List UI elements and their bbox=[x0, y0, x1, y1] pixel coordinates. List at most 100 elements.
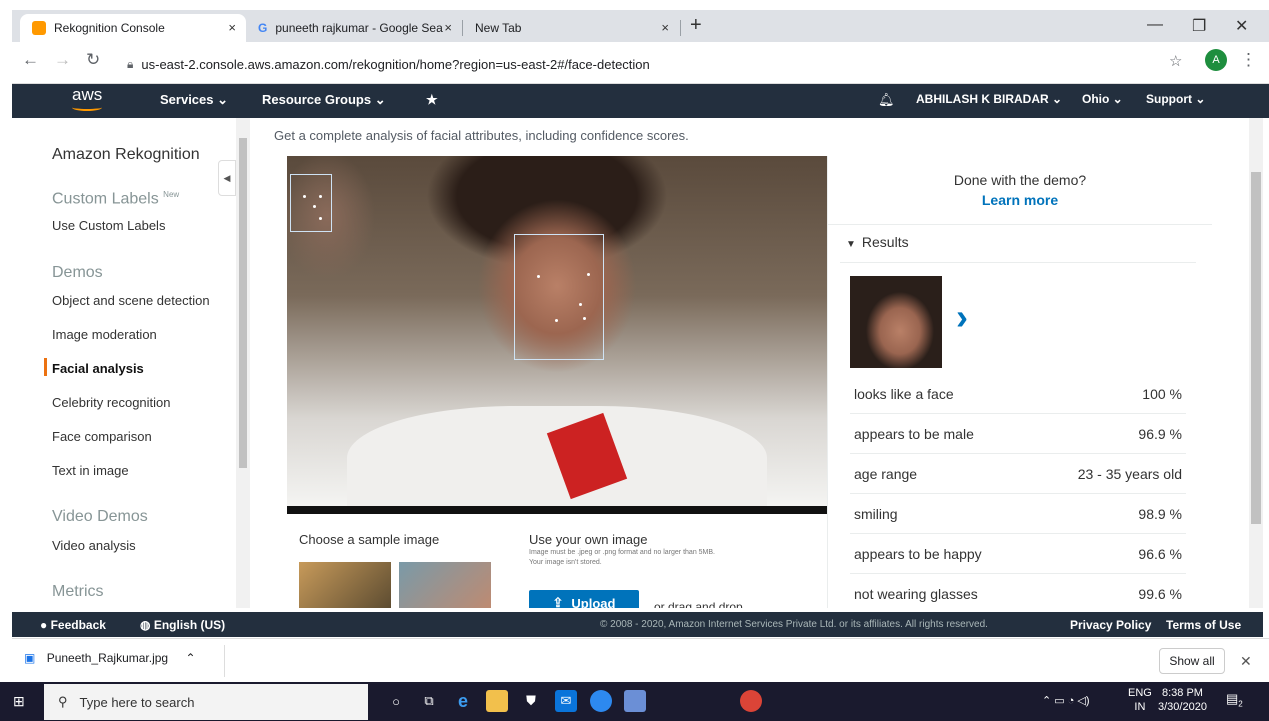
sample-image-1[interactable] bbox=[299, 562, 391, 608]
forward-icon[interactable]: → bbox=[54, 50, 71, 70]
cortana-icon[interactable]: ○ bbox=[385, 690, 407, 712]
rekognition-sidebar: Amazon Rekognition Custom Labels New Use… bbox=[12, 118, 235, 608]
sidebar-section-video-demos: Video Demos bbox=[52, 508, 148, 525]
close-downloads-icon[interactable]: ✕ bbox=[1240, 653, 1252, 670]
privacy-policy-link[interactable]: Privacy Policy bbox=[1070, 618, 1151, 632]
restore-icon[interactable]: ❐ bbox=[1192, 16, 1206, 36]
sample-image-2[interactable] bbox=[399, 562, 491, 608]
url-text: us-east-2.console.aws.amazon.com/rekogni… bbox=[141, 56, 650, 72]
app-icon[interactable] bbox=[590, 690, 612, 712]
sidebar-item-image-moderation[interactable]: Image moderation bbox=[52, 327, 157, 342]
face-bounding-box-background[interactable] bbox=[290, 174, 332, 232]
face-bounding-box-main[interactable] bbox=[514, 234, 604, 360]
clock[interactable]: 8:38 PM 3/30/2020 bbox=[1158, 686, 1207, 714]
close-tab-icon[interactable]: × bbox=[444, 20, 452, 35]
new-tab-button[interactable]: + bbox=[690, 14, 702, 37]
language-selector[interactable]: ◍ English (US) bbox=[140, 618, 225, 632]
drag-drop-text: or drag and drop bbox=[654, 600, 743, 608]
main-content: Get a complete analysis of facial attrib… bbox=[250, 118, 1249, 608]
file-explorer-icon[interactable] bbox=[486, 690, 508, 712]
results-divider bbox=[828, 224, 1212, 225]
attribute-row: appears to be male 96.9 % bbox=[850, 414, 1186, 454]
notification-center-icon[interactable]: ▤2 bbox=[1226, 692, 1243, 712]
show-all-button[interactable]: Show all bbox=[1159, 648, 1225, 674]
aws-logo[interactable]: aws bbox=[72, 86, 102, 104]
attribute-row: looks like a face 100 % bbox=[850, 374, 1186, 414]
tab-separator bbox=[680, 20, 681, 36]
own-image-heading: Use your own image bbox=[529, 532, 648, 547]
minimize-icon[interactable]: — bbox=[1147, 16, 1163, 34]
upload-button[interactable]: ⇪ Upload bbox=[529, 590, 639, 608]
app-icon-2[interactable] bbox=[624, 690, 646, 712]
download-item[interactable]: ▣ Puneeth_Rajkumar.jpg ⌃ bbox=[24, 651, 196, 665]
input-language[interactable]: ENG IN bbox=[1128, 686, 1152, 714]
lock-icon: 🔒︎ bbox=[127, 56, 134, 71]
sidebar-item-facial-analysis[interactable]: Facial analysis bbox=[52, 361, 144, 376]
sidebar-item-object-scene[interactable]: Object and scene detection bbox=[52, 293, 210, 308]
collapse-sidebar-button[interactable]: ◀ bbox=[218, 160, 236, 196]
sidebar-scroll-thumb[interactable] bbox=[239, 138, 247, 468]
learn-more-link[interactable]: Learn more bbox=[828, 192, 1212, 208]
services-menu[interactable]: Services ⌄ bbox=[160, 92, 228, 108]
sidebar-title[interactable]: Amazon Rekognition bbox=[52, 146, 200, 164]
bookmark-star-icon[interactable]: ☆ bbox=[1169, 52, 1182, 70]
sidebar-scrollbar[interactable] bbox=[236, 118, 250, 608]
sidebar-item-use-custom-labels[interactable]: Use Custom Labels bbox=[52, 218, 165, 233]
profile-avatar[interactable]: A bbox=[1205, 49, 1227, 71]
active-item-indicator bbox=[44, 358, 47, 376]
account-menu[interactable]: ABHILASH K BIRADAR ⌄ bbox=[916, 92, 1062, 106]
tab-google-search[interactable]: G puneeth rajkumar - Google Searc × bbox=[246, 14, 462, 42]
attribute-row: age range 23 - 35 years old bbox=[850, 454, 1186, 494]
close-tab-icon[interactable]: × bbox=[228, 20, 236, 35]
task-view-icon[interactable]: ⧉ bbox=[418, 690, 440, 712]
chevron-up-icon[interactable]: ⌃ bbox=[185, 651, 195, 665]
copyright-text: © 2008 - 2020, Amazon Internet Services … bbox=[600, 619, 988, 630]
speech-bubble-icon: ● bbox=[40, 618, 48, 632]
close-tab-icon[interactable]: × bbox=[661, 20, 669, 35]
chevron-right-icon[interactable]: › bbox=[956, 296, 968, 338]
aws-smile-icon bbox=[72, 104, 102, 111]
address-bar[interactable]: 🔒︎ us-east-2.console.aws.amazon.com/reko… bbox=[127, 50, 1177, 78]
downloads-bar: ▣ Puneeth_Rajkumar.jpg ⌃ Show all ✕ bbox=[12, 638, 1269, 682]
terms-of-use-link[interactable]: Terms of Use bbox=[1166, 618, 1241, 632]
tab-new-tab[interactable]: New Tab × bbox=[463, 14, 679, 42]
sample-image-heading: Choose a sample image bbox=[299, 532, 440, 547]
sidebar-item-text-in-image[interactable]: Text in image bbox=[52, 463, 129, 478]
windows-start-icon[interactable]: ⊞ bbox=[13, 693, 25, 710]
support-menu[interactable]: Support ⌄ bbox=[1146, 92, 1205, 106]
browser-menu-icon[interactable]: ⋮ bbox=[1240, 50, 1257, 70]
photo-bottom-bar bbox=[287, 506, 827, 514]
upload-icon: ⇪ bbox=[552, 595, 564, 608]
back-icon[interactable]: ← bbox=[22, 50, 39, 70]
search-icon: ⚲ bbox=[58, 694, 68, 709]
sidebar-item-celebrity[interactable]: Celebrity recognition bbox=[52, 395, 171, 410]
sidebar-item-video-analysis[interactable]: Video analysis bbox=[52, 538, 136, 553]
sidebar-section-demos: Demos bbox=[52, 264, 103, 281]
notifications-bell-icon[interactable]: 🔔︎ bbox=[878, 92, 895, 108]
resource-groups-menu[interactable]: Resource Groups ⌄ bbox=[262, 92, 386, 108]
tab-rekognition-console[interactable]: Rekognition Console × bbox=[20, 14, 246, 42]
aws-favicon-icon bbox=[32, 21, 46, 35]
main-scrollbar[interactable] bbox=[1249, 118, 1263, 608]
edge-icon[interactable]: e bbox=[452, 690, 474, 712]
main-scroll-thumb[interactable] bbox=[1251, 172, 1261, 524]
attribute-row: smiling 98.9 % bbox=[850, 494, 1186, 534]
pin-icon[interactable]: ★ bbox=[426, 92, 438, 108]
region-menu[interactable]: Ohio ⌄ bbox=[1082, 92, 1123, 106]
tab-title: Rekognition Console bbox=[54, 21, 165, 35]
system-tray-icons[interactable]: ⌃ ▭ ◔ ◁) bbox=[1042, 694, 1090, 708]
close-window-icon[interactable]: ✕ bbox=[1235, 16, 1248, 36]
globe-icon: ◍ bbox=[140, 618, 151, 632]
attribute-row: appears to be happy 96.6 % bbox=[850, 534, 1186, 574]
mail-icon[interactable]: ✉ bbox=[555, 690, 577, 712]
taskbar-search-input[interactable]: ⚲ Type here to search bbox=[44, 684, 368, 720]
detected-face-thumbnail[interactable] bbox=[850, 276, 942, 368]
store-icon[interactable]: ⛊ bbox=[520, 690, 542, 712]
results-toggle[interactable]: ▼ Results bbox=[846, 234, 909, 250]
screen-top-edge bbox=[0, 0, 1269, 10]
chrome-icon[interactable] bbox=[740, 690, 762, 712]
sidebar-item-face-comparison[interactable]: Face comparison bbox=[52, 429, 152, 444]
feedback-link[interactable]: ● Feedback bbox=[40, 618, 106, 632]
windows-taskbar: ⊞ ⚲ Type here to search ○ ⧉ e ⛊ ✉ ⌃ ▭ ◔ … bbox=[0, 682, 1269, 721]
reload-icon[interactable]: ↻ bbox=[86, 50, 100, 70]
